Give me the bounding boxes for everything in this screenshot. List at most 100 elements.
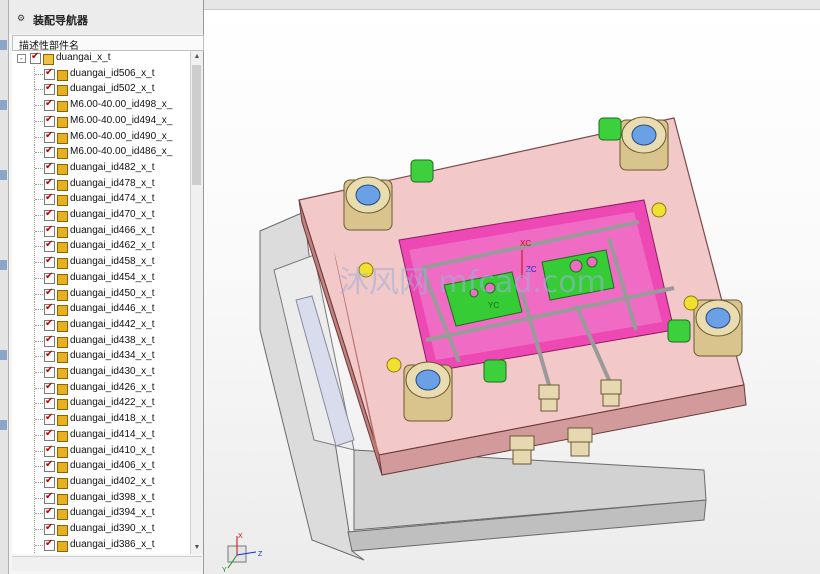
- tree-node-row[interactable]: duangai_id418_x_t: [12, 412, 190, 428]
- tree-node-row[interactable]: duangai_id454_x_t: [12, 270, 190, 286]
- tree-node-row[interactable]: M6.00-40.00_id486_x_: [12, 145, 190, 161]
- tree-node-row[interactable]: duangai_id438_x_t: [12, 333, 190, 349]
- column-header[interactable]: 描述性部件名: [12, 35, 204, 52]
- tree-node-row[interactable]: M6.00-40.00_id498_x_: [12, 98, 190, 114]
- visibility-checkbox[interactable]: [44, 177, 55, 190]
- tree-node-row[interactable]: duangai_id402_x_t: [12, 474, 190, 490]
- tree-node-row[interactable]: duangai_id450_x_t: [12, 286, 190, 302]
- visibility-checkbox[interactable]: [44, 208, 55, 221]
- visibility-checkbox[interactable]: [30, 51, 41, 64]
- tree-node-row[interactable]: duangai_id458_x_t: [12, 255, 190, 271]
- graphics-viewport[interactable]: XC ZC YC 沐风网 mfcad.com X Z Y: [204, 0, 820, 574]
- tree-node-label: duangai_id426_x_t: [70, 381, 155, 393]
- tree-branch-line: [35, 230, 43, 232]
- tree-node-row[interactable]: duangai_id426_x_t: [12, 380, 190, 396]
- tree-node-row[interactable]: duangai_id410_x_t: [12, 443, 190, 459]
- component-icon: [57, 462, 68, 474]
- visibility-checkbox[interactable]: [44, 396, 55, 410]
- tree-node-row[interactable]: duangai_id506_x_t: [12, 66, 190, 82]
- visibility-checkbox[interactable]: [44, 130, 55, 143]
- tree-branch-line: [35, 277, 43, 279]
- tree-node-row[interactable]: duangai_id482_x_t: [12, 160, 190, 176]
- tree-node-row[interactable]: duangai_id442_x_t: [12, 317, 190, 333]
- tree-node-row[interactable]: duangai_id414_x_t: [12, 427, 190, 443]
- visibility-checkbox[interactable]: [44, 334, 55, 347]
- visibility-checkbox[interactable]: [44, 349, 55, 363]
- tree-node-row[interactable]: duangai_id422_x_t: [12, 396, 190, 412]
- visibility-checkbox[interactable]: [44, 538, 55, 551]
- tool-icon[interactable]: [0, 100, 7, 110]
- mold-model[interactable]: XC ZC YC 沐风网 mfcad.com X Z Y: [204, 0, 820, 574]
- tree-node-label: duangai_id502_x_t: [70, 83, 155, 95]
- vertical-scrollbar[interactable]: ▲ ▼: [190, 51, 203, 554]
- tree-node-row[interactable]: M6.00-40.00_id494_x_: [12, 113, 190, 129]
- visibility-checkbox[interactable]: [44, 365, 55, 378]
- tree-branch-line: [35, 262, 43, 264]
- visibility-checkbox[interactable]: [44, 444, 55, 457]
- tree-root-row[interactable]: - duangai_x_t: [12, 51, 190, 66]
- visibility-checkbox[interactable]: [44, 506, 55, 520]
- component-icon: [57, 430, 68, 442]
- tree-node-row[interactable]: duangai_id386_x_t: [12, 537, 190, 553]
- scroll-thumb[interactable]: [192, 65, 201, 185]
- collapse-icon[interactable]: -: [17, 54, 26, 63]
- tree-node-row[interactable]: duangai_id462_x_t: [12, 239, 190, 255]
- visibility-checkbox[interactable]: [44, 67, 55, 80]
- visibility-checkbox[interactable]: [44, 98, 55, 112]
- visibility-checkbox[interactable]: [44, 224, 55, 237]
- visibility-checkbox[interactable]: [44, 145, 55, 159]
- scroll-up-icon[interactable]: ▲: [191, 51, 203, 63]
- tree-node-row[interactable]: duangai_id430_x_t: [12, 365, 190, 380]
- visibility-checkbox[interactable]: [44, 459, 55, 473]
- tool-icon[interactable]: [0, 170, 7, 180]
- tree-node-row[interactable]: duangai_id394_x_t: [12, 506, 190, 522]
- visibility-checkbox[interactable]: [44, 412, 55, 426]
- tree-node-label: duangai_id406_x_t: [70, 460, 155, 472]
- scroll-down-icon[interactable]: ▼: [191, 542, 203, 554]
- visibility-checkbox[interactable]: [44, 475, 55, 488]
- tree-node-row[interactable]: duangai_id470_x_t: [12, 208, 190, 223]
- visibility-checkbox[interactable]: [44, 271, 55, 284]
- tool-icon[interactable]: [0, 420, 7, 430]
- tree-node-row[interactable]: duangai_id474_x_t: [12, 192, 190, 208]
- visibility-checkbox[interactable]: [44, 302, 55, 316]
- tree-node-label: duangai_id390_x_t: [70, 523, 155, 534]
- visibility-checkbox[interactable]: [44, 192, 55, 206]
- tree-node-row[interactable]: M6.00-40.00_id490_x_: [12, 129, 190, 145]
- tree-branch-line: [35, 544, 43, 546]
- component-icon: [57, 258, 68, 270]
- tree-branch-line: [35, 199, 43, 201]
- visibility-checkbox[interactable]: [44, 491, 55, 504]
- visibility-checkbox[interactable]: [44, 428, 55, 441]
- component-icon: [57, 85, 68, 97]
- tree-node-label: duangai_id450_x_t: [70, 287, 155, 299]
- tree-node-row[interactable]: duangai_id446_x_t: [12, 302, 190, 318]
- tool-icon[interactable]: [0, 40, 7, 50]
- visibility-checkbox[interactable]: [44, 239, 55, 253]
- visibility-checkbox[interactable]: [44, 287, 55, 300]
- tree-node-row[interactable]: duangai_id398_x_t: [12, 490, 190, 506]
- component-icon: [57, 399, 68, 411]
- component-icon: [57, 477, 68, 489]
- tree-node-row[interactable]: duangai_id478_x_t: [12, 176, 190, 192]
- tree-branch-line: [35, 434, 43, 436]
- visibility-checkbox[interactable]: [44, 522, 55, 535]
- pin-icon[interactable]: ⚙: [17, 13, 25, 24]
- tree-branch-line: [35, 387, 43, 389]
- tree-branch-line: [35, 324, 43, 326]
- visibility-checkbox[interactable]: [44, 161, 55, 174]
- tree-node-label: M6.00-40.00_id494_x_: [70, 114, 173, 126]
- tool-icon[interactable]: [0, 260, 7, 270]
- visibility-checkbox[interactable]: [44, 114, 55, 127]
- tree-node-row[interactable]: duangai_id434_x_t: [12, 349, 190, 365]
- horizontal-scrollbar[interactable]: [12, 556, 202, 571]
- tree-node-row[interactable]: duangai_id466_x_t: [12, 223, 190, 239]
- visibility-checkbox[interactable]: [44, 82, 55, 96]
- tool-icon[interactable]: [0, 350, 7, 360]
- tree-node-row[interactable]: duangai_id502_x_t: [12, 82, 190, 98]
- visibility-checkbox[interactable]: [44, 255, 55, 269]
- visibility-checkbox[interactable]: [44, 318, 55, 331]
- visibility-checkbox[interactable]: [44, 381, 55, 394]
- tree-node-row[interactable]: duangai_id390_x_t: [12, 522, 190, 537]
- tree-node-row[interactable]: duangai_id406_x_t: [12, 459, 190, 475]
